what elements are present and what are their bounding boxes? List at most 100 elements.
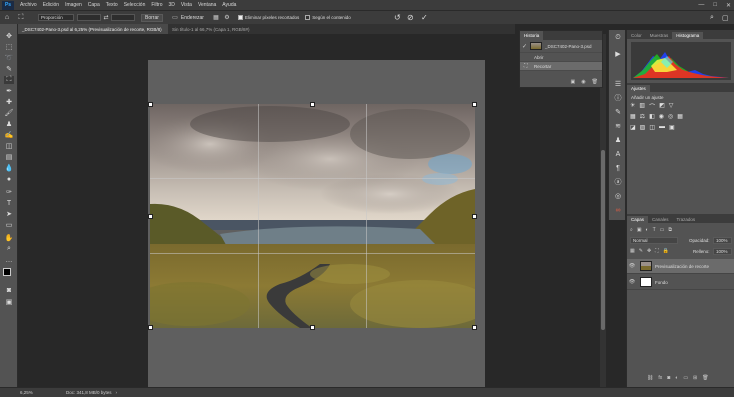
black-white-icon[interactable]: ◧: [649, 113, 655, 120]
lasso-tool-icon[interactable]: ➰: [4, 54, 14, 62]
tab-document-1[interactable]: _DSC7402-Pano-3.psd al 6,25% (Previsuali…: [18, 24, 168, 34]
delete-cropped-checkbox[interactable]: [237, 15, 243, 20]
paragraph-panel-icon[interactable]: ¶: [613, 164, 623, 172]
color-lookup-icon[interactable]: ▦: [677, 113, 683, 120]
history-panel-icon[interactable]: ⏲: [613, 34, 623, 42]
marquee-tool-icon[interactable]: ⬚: [4, 43, 14, 51]
curves-icon[interactable]: ⌒: [649, 102, 655, 111]
cancel-icon[interactable]: ⊘: [407, 13, 414, 22]
eraser-tool-icon[interactable]: ◫: [4, 142, 14, 150]
crop-handle-bottom-left[interactable]: [148, 325, 153, 330]
swap-icon[interactable]: ⇄: [101, 14, 111, 21]
brush-tool-icon[interactable]: 🖌: [4, 109, 14, 117]
levels-icon[interactable]: ▥: [639, 102, 645, 111]
creative-cloud-icon[interactable]: ∞: [613, 206, 623, 214]
move-tool-icon[interactable]: ✥: [4, 32, 14, 40]
tab-histogram[interactable]: Histograma: [672, 32, 704, 39]
history-snapshot[interactable]: ✓ _DSC7402-Pano-3.psd: [520, 40, 602, 53]
brush-settings-icon[interactable]: ≋: [613, 122, 623, 130]
vibrance-icon[interactable]: ▽: [669, 102, 674, 111]
tab-channels[interactable]: Canales: [648, 216, 673, 223]
maximize-button[interactable]: □: [713, 2, 717, 8]
blend-mode-select[interactable]: Normal: [630, 237, 678, 244]
more-tools-icon[interactable]: …: [4, 256, 14, 264]
new-document-from-state-icon[interactable]: ▣: [571, 79, 576, 85]
new-group-icon[interactable]: ▭: [683, 375, 688, 381]
workspace-icon[interactable]: ▢: [722, 14, 729, 22]
filter-shape-icon[interactable]: ▭: [660, 227, 665, 234]
quick-mask-icon[interactable]: ◙: [4, 286, 14, 294]
new-layer-icon[interactable]: ⊞: [693, 375, 697, 381]
library-panel-icon[interactable]: ◎: [613, 192, 623, 200]
content-aware-checkbox[interactable]: [305, 15, 311, 20]
layer-row[interactable]: 👁 Fondo: [627, 275, 734, 290]
vertical-scroll-thumb[interactable]: [601, 150, 605, 330]
opacity-field[interactable]: 100%: [713, 237, 732, 244]
visibility-eye-icon[interactable]: 👁: [627, 279, 637, 285]
commit-check-icon[interactable]: ✓: [421, 13, 428, 22]
hand-tool-icon[interactable]: ✋: [4, 234, 14, 242]
type-tool-icon[interactable]: T: [4, 199, 14, 207]
fill-field[interactable]: 100%: [713, 248, 732, 255]
pen-tool-icon[interactable]: ✑: [4, 188, 14, 196]
search-icon[interactable]: ⌕: [710, 14, 714, 22]
history-item[interactable]: ⛶ Recortar: [520, 62, 602, 71]
menu-capa[interactable]: Capa: [85, 2, 103, 8]
glyphs-panel-icon[interactable]: ⓐ: [613, 178, 623, 186]
menu-archivo[interactable]: Archivo: [17, 2, 40, 8]
visibility-eye-icon[interactable]: 👁: [627, 263, 637, 269]
menu-ventana[interactable]: Ventana: [195, 2, 219, 8]
menu-texto[interactable]: Texto: [103, 2, 121, 8]
gradient-tool-icon[interactable]: ▤: [4, 153, 14, 161]
clear-button[interactable]: Borrar: [141, 13, 163, 22]
brush-source-icon[interactable]: ✓: [522, 43, 530, 50]
doc-size[interactable]: Doc: 341,8 MB/0 bytes: [66, 390, 112, 395]
snapshot-camera-icon[interactable]: ◉: [581, 79, 585, 85]
actions-panel-icon[interactable]: ▶: [613, 50, 623, 58]
filter-kind-icon[interactable]: ⌕: [630, 227, 633, 234]
menu-filtro[interactable]: Filtro: [148, 2, 165, 8]
close-window-button[interactable]: ✕: [726, 2, 731, 9]
character-panel-icon[interactable]: A: [613, 150, 623, 158]
tab-layers[interactable]: Capas: [627, 216, 649, 223]
foreground-color-swatch[interactable]: [3, 268, 11, 276]
menu-3d[interactable]: 3D: [166, 2, 178, 8]
quick-select-tool-icon[interactable]: ✎: [4, 65, 14, 73]
link-layers-icon[interactable]: ⛓: [647, 375, 653, 381]
tab-adjustments[interactable]: Ajustes: [627, 85, 650, 92]
blur-tool-icon[interactable]: 💧: [4, 164, 14, 172]
posterize-icon[interactable]: ▨: [640, 124, 646, 131]
zoom-tool-icon[interactable]: ⌕: [4, 245, 14, 253]
brush-panel-icon[interactable]: ✎: [613, 108, 623, 116]
tab-document-2[interactable]: Sin título-1 al 66,7% (Capa 1, RGB/8#): [168, 24, 278, 34]
selective-color-icon[interactable]: ▣: [669, 124, 675, 131]
tab-swatches[interactable]: Muestras: [646, 32, 673, 39]
landscape-photo[interactable]: [150, 104, 475, 328]
height-field[interactable]: [111, 14, 135, 21]
straighten-label[interactable]: Enderezar: [181, 15, 204, 21]
hue-saturation-icon[interactable]: ▦: [630, 113, 636, 120]
lock-transparent-icon[interactable]: ▦: [630, 248, 635, 254]
lock-pixels-icon[interactable]: ✎: [639, 248, 643, 254]
add-mask-icon[interactable]: ◙: [667, 375, 670, 381]
minimize-button[interactable]: —: [698, 2, 704, 8]
filter-type-icon[interactable]: T: [653, 227, 656, 234]
invert-icon[interactable]: ◪: [630, 124, 636, 131]
gradient-map-icon[interactable]: ▬: [659, 124, 665, 131]
grid-overlay-icon[interactable]: ▦: [210, 14, 222, 21]
reset-icon[interactable]: ↺: [394, 13, 401, 22]
tab-history[interactable]: Historia: [520, 31, 544, 40]
straighten-icon[interactable]: ▭: [169, 14, 181, 21]
screen-mode-icon[interactable]: ▣: [4, 298, 14, 306]
crop-handle-top-right[interactable]: [472, 102, 477, 107]
trash-icon[interactable]: 🗑: [592, 79, 598, 85]
menu-seleccion[interactable]: Selección: [121, 2, 149, 8]
lock-position-icon[interactable]: ✥: [647, 248, 651, 254]
crop-handle-top-left[interactable]: [148, 102, 153, 107]
lock-all-icon[interactable]: 🔒: [663, 248, 669, 254]
filter-adjust-icon[interactable]: ◐: [646, 227, 649, 234]
brightness-icon[interactable]: ☀: [630, 102, 635, 111]
info-panel-icon[interactable]: ⓘ: [613, 94, 623, 102]
properties-panel-icon[interactable]: ☰: [613, 80, 623, 88]
tab-color[interactable]: Color: [627, 32, 646, 39]
